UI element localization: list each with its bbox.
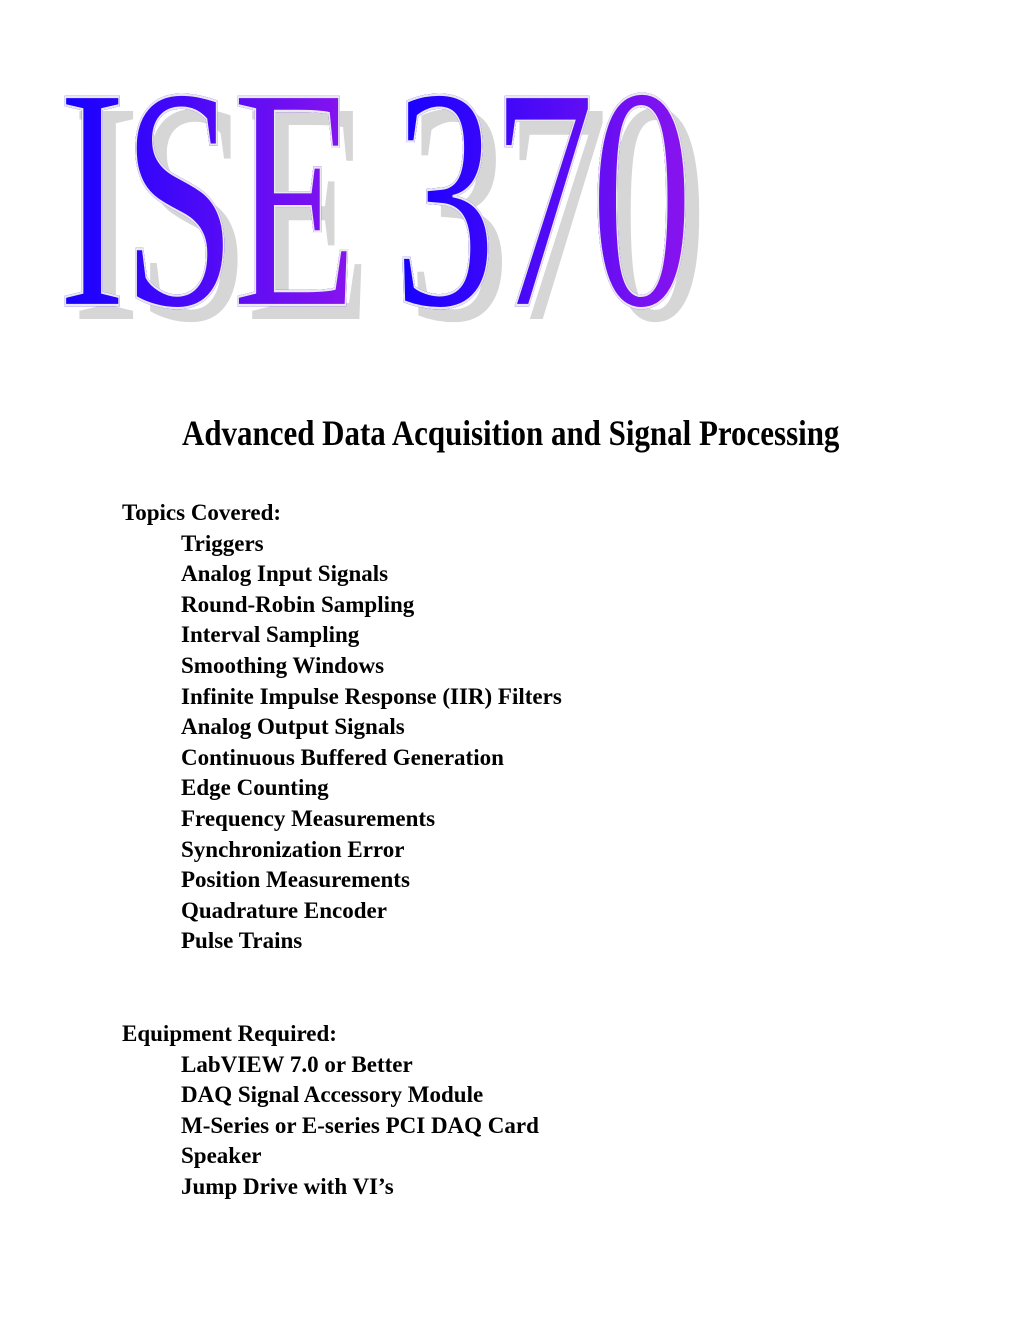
topic-item: Quadrature Encoder <box>181 897 387 923</box>
title-main: ISE 370 <box>57 22 694 375</box>
title-course-number: 370 <box>393 22 694 375</box>
equipment-section: Equipment Required: LabVIEW 7.0 or Bette… <box>122 1019 539 1203</box>
topic-item: Position Measurements <box>181 867 410 893</box>
topic-item: Round-Robin Sampling <box>181 591 415 617</box>
topic-item: Synchronization Error <box>181 836 405 862</box>
topic-item: Frequency Measurements <box>181 805 436 831</box>
equipment-heading: Equipment Required: <box>122 1021 337 1046</box>
equipment-item: M-Series or E-series PCI DAQ Card <box>181 1112 539 1138</box>
topic-item: Edge Counting <box>181 775 329 801</box>
equipment-list: LabVIEW 7.0 or Better DAQ Signal Accesso… <box>122 1050 539 1203</box>
topics-list: Triggers Analog Input Signals Round-Robi… <box>122 529 562 957</box>
equipment-item: Speaker <box>181 1143 262 1169</box>
topic-item: Analog Input Signals <box>181 561 389 587</box>
topics-heading: Topics Covered: <box>122 500 282 525</box>
topic-item: Interval Sampling <box>181 622 360 648</box>
wordart-title: ISE370 ISE370 <box>57 22 878 375</box>
topic-item: Smoothing Windows <box>181 652 385 678</box>
topic-item: Triggers <box>181 530 264 556</box>
equipment-item: DAQ Signal Accessory Module <box>181 1082 484 1108</box>
topic-item: Continuous Buffered Generation <box>181 744 504 770</box>
topic-item: Infinite Impulse Response (IIR) Filters <box>181 683 562 709</box>
topic-item: Analog Output Signals <box>181 714 405 740</box>
equipment-item: Jump Drive with VI’s <box>181 1173 394 1199</box>
equipment-item: LabVIEW 7.0 or Better <box>181 1051 413 1077</box>
course-subtitle: Advanced Data Acquisition and Signal Pro… <box>181 413 840 453</box>
topics-section: Topics Covered: Triggers Analog Input Si… <box>122 498 562 957</box>
topic-item: Pulse Trains <box>181 928 303 954</box>
title-course-prefix: ISE <box>57 22 358 375</box>
